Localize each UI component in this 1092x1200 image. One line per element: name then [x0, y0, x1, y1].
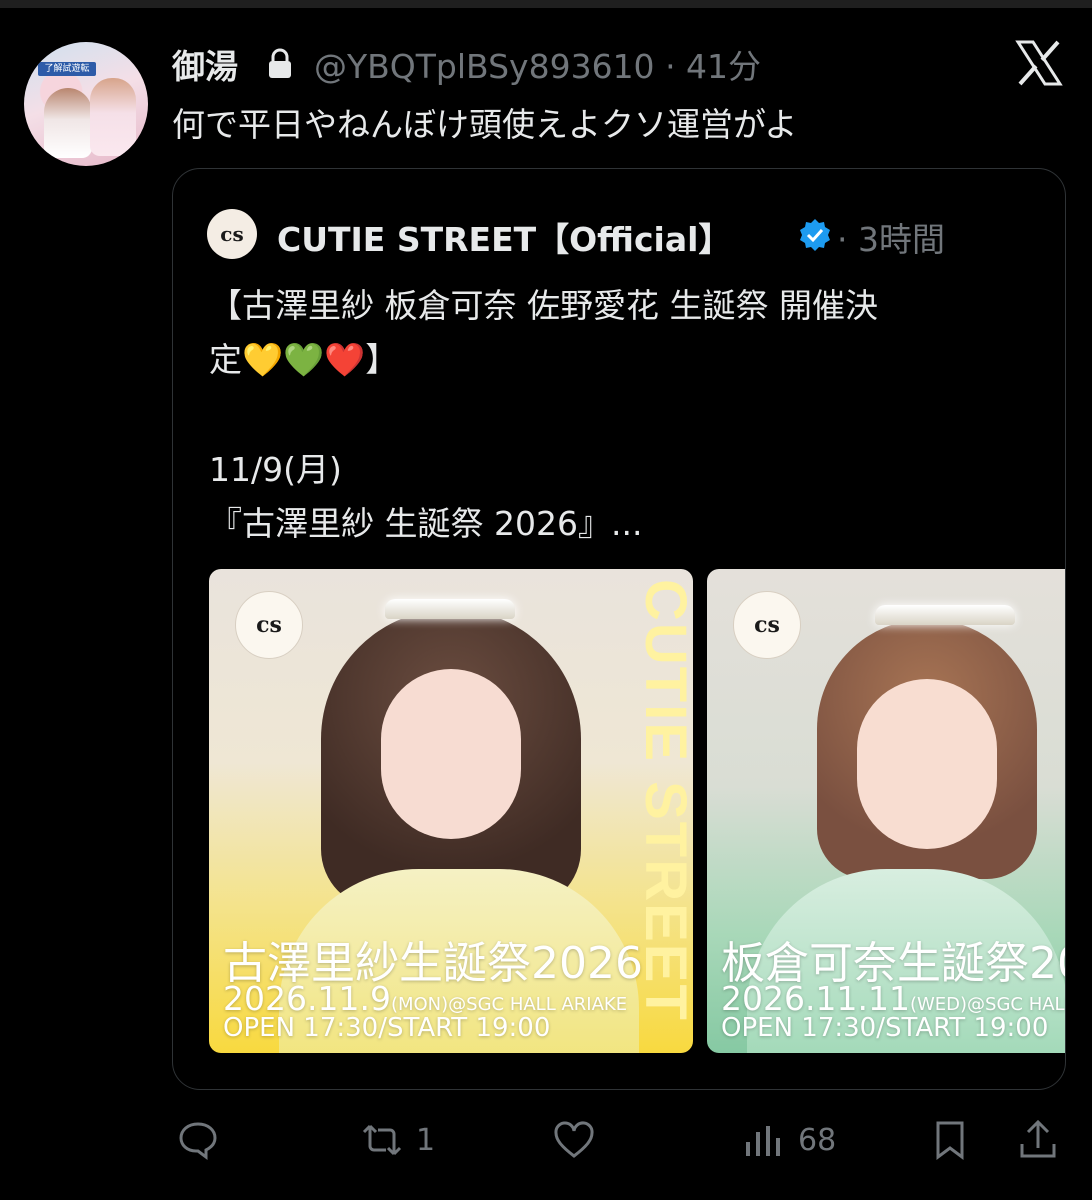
poster-figure-face: [857, 679, 997, 849]
avatar-figure: [90, 78, 136, 156]
avatar-figure: [44, 88, 92, 158]
views-count: 68: [798, 1122, 837, 1158]
verified-badge-icon: [800, 219, 830, 251]
avatar-tag-text: 了解試遊転: [38, 62, 96, 76]
poster-venue: @SGC HALL: [967, 994, 1066, 1015]
poster-date-day: (WED): [909, 994, 968, 1015]
x-logo-icon[interactable]: [1014, 38, 1064, 88]
quoted-logo-text: cs: [220, 222, 244, 246]
poster-vertical-text: CUTIE STREET: [633, 579, 693, 1022]
user-handle-and-time[interactable]: @YBQTplBSy893610 · 41分: [314, 40, 761, 88]
share-icon: [1020, 1119, 1056, 1158]
quoted-line: 11/9(月): [209, 450, 342, 489]
poster-time: OPEN 17:30/START 19:00: [721, 1013, 1049, 1043]
views-button[interactable]: 68: [742, 1110, 836, 1170]
tiara: [875, 605, 1015, 625]
share-button[interactable]: [1016, 1110, 1060, 1170]
quoted-line: 『古澤里紗 生誕祭 2026』...: [209, 504, 643, 543]
event-poster-image[interactable]: cs 板倉可奈生誕祭20 2026.11.11(WED)@SGC HALL OP…: [707, 569, 1066, 1053]
reply-button[interactable]: [176, 1110, 232, 1170]
retweet-count: 1: [416, 1122, 436, 1158]
quoted-text: 【古澤里紗 板倉可奈 佐野愛花 生誕祭 開催決 定💛💚❤️】 11/9(月) 『…: [209, 279, 1029, 551]
retweet-button[interactable]: 1: [360, 1110, 435, 1170]
quoted-line: 【古澤里紗 板倉可奈 佐野愛花 生誕祭 開催決: [209, 286, 878, 325]
bookmark-button[interactable]: [928, 1110, 972, 1170]
poster-logo-text: cs: [754, 612, 780, 638]
poster-date-day: (MON): [390, 994, 449, 1015]
lock-icon: [269, 48, 291, 78]
heart-icon: [554, 1121, 594, 1158]
tweet-action-bar: 1 68: [0, 1110, 1092, 1170]
bookmark-icon: [936, 1121, 964, 1160]
quoted-account-avatar[interactable]: cs: [207, 209, 257, 259]
tweet-time[interactable]: · 41分: [665, 47, 761, 86]
user-handle[interactable]: @YBQTplBSy893610: [314, 47, 655, 86]
poster-logo: cs: [733, 591, 801, 659]
poster-venue: @SGC HALL ARIAKE: [448, 994, 628, 1015]
tiara: [385, 599, 515, 619]
poster-figure-face: [381, 669, 521, 839]
user-avatar[interactable]: 了解試遊転: [24, 42, 148, 166]
display-name[interactable]: 御湯: [172, 40, 238, 88]
poster-logo-text: cs: [256, 612, 282, 638]
quoted-time[interactable]: · 3時間: [837, 213, 945, 261]
retweet-icon: [362, 1124, 402, 1156]
views-chart-icon: [746, 1126, 780, 1156]
like-button[interactable]: [552, 1110, 608, 1170]
poster-logo: cs: [235, 591, 303, 659]
quoted-tweet-card[interactable]: cs CUTIE STREET【Official】 · 3時間 【古澤里紗 板倉…: [172, 168, 1066, 1090]
top-divider: [0, 0, 1092, 8]
poster-time: OPEN 17:30/START 19:00: [223, 1013, 551, 1043]
quoted-display-name[interactable]: CUTIE STREET【Official】: [277, 213, 731, 261]
reply-icon: [179, 1122, 217, 1160]
quoted-line: 定💛💚❤️】: [209, 340, 399, 379]
tweet-text: 何で平日やねんぼけ頭使えよクソ運営がよ: [172, 105, 798, 144]
event-poster-image[interactable]: cs CUTIE STREET 古澤里紗生誕祭2026 2026.11.9(MO…: [209, 569, 693, 1053]
